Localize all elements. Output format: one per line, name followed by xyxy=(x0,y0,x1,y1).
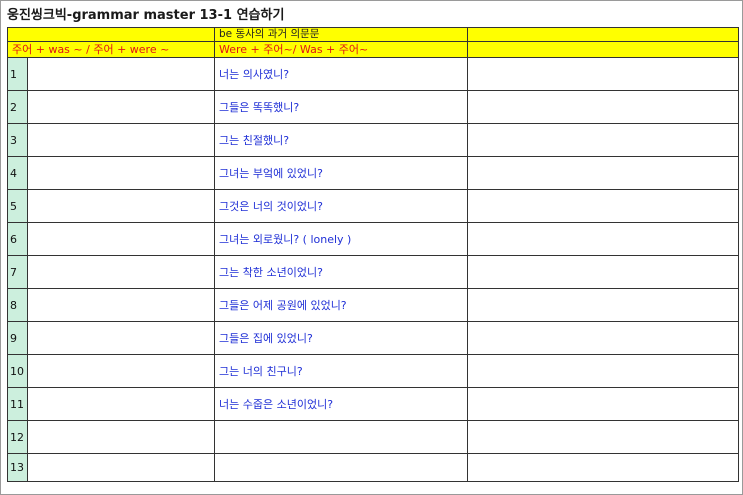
question-prompt: 그들은 똑똑했니? xyxy=(214,90,468,124)
question-answer-cell[interactable] xyxy=(467,288,739,322)
worksheet-title: 웅진씽크빅-grammar master 13-1 연습하기 xyxy=(7,8,285,23)
question-prompt: 그는 착한 소년이었니? xyxy=(214,255,468,289)
question-prompt: 그것은 너의 것이었니? xyxy=(214,189,468,223)
question-answer-cell[interactable] xyxy=(467,90,739,124)
header-empty-cell xyxy=(7,27,215,42)
column-header-question: Were + 주어~/ Was + 주어~ xyxy=(214,41,468,58)
row-number: 4 xyxy=(7,156,28,190)
question-answer-cell[interactable] xyxy=(467,387,739,421)
table-row: 8 그들은 어제 공원에 있었니? xyxy=(7,288,739,322)
table-row: 9 그들은 집에 있었니? xyxy=(7,321,739,355)
table-row: 4 그녀는 부엌에 있었니? xyxy=(7,156,739,190)
table-row: 13 xyxy=(7,453,739,482)
statement-answer-cell[interactable] xyxy=(27,123,215,157)
statement-answer-cell[interactable] xyxy=(27,222,215,256)
table-row: 2 그들은 똑똑했니? xyxy=(7,90,739,124)
question-answer-cell[interactable] xyxy=(467,354,739,388)
statement-answer-cell[interactable] xyxy=(27,288,215,322)
table-row: 3 그는 친절했니? xyxy=(7,123,739,157)
statement-answer-cell[interactable] xyxy=(27,387,215,421)
question-answer-cell[interactable] xyxy=(467,123,739,157)
row-number: 8 xyxy=(7,288,28,322)
statement-answer-cell[interactable] xyxy=(27,90,215,124)
statement-answer-cell[interactable] xyxy=(27,156,215,190)
question-prompt: 그들은 집에 있었니? xyxy=(214,321,468,355)
question-answer-cell[interactable] xyxy=(467,189,739,223)
header-empty-answer-cell xyxy=(467,27,739,42)
column-header-statement: 주어 + was ~ / 주어 + were ~ xyxy=(7,41,215,58)
table-row: 7 그는 착한 소년이었니? xyxy=(7,255,739,289)
exercise-table: be 동사의 과거 의문문 주어 + was ~ / 주어 + were ~ W… xyxy=(7,27,739,482)
question-answer-cell[interactable] xyxy=(467,420,739,454)
question-answer-cell[interactable] xyxy=(467,156,739,190)
statement-answer-cell[interactable] xyxy=(27,420,215,454)
row-number: 3 xyxy=(7,123,28,157)
row-number: 10 xyxy=(7,354,28,388)
header-row-columns: 주어 + was ~ / 주어 + were ~ Were + 주어~/ Was… xyxy=(7,41,739,58)
table-row: 11 너는 수줍은 소년이었니? xyxy=(7,387,739,421)
row-number: 1 xyxy=(7,57,28,91)
question-answer-cell[interactable] xyxy=(467,321,739,355)
statement-answer-cell[interactable] xyxy=(27,189,215,223)
question-prompt: 너는 수줍은 소년이었니? xyxy=(214,387,468,421)
question-prompt: 너는 의사였니? xyxy=(214,57,468,91)
row-number: 6 xyxy=(7,222,28,256)
column-header-answer xyxy=(467,41,739,58)
question-prompt: 그들은 어제 공원에 있었니? xyxy=(214,288,468,322)
question-answer-cell[interactable] xyxy=(467,453,739,482)
row-number: 13 xyxy=(7,453,28,482)
table-row: 10 그는 너의 친구니? xyxy=(7,354,739,388)
question-answer-cell[interactable] xyxy=(467,57,739,91)
statement-answer-cell[interactable] xyxy=(27,354,215,388)
row-number: 9 xyxy=(7,321,28,355)
question-answer-cell[interactable] xyxy=(467,255,739,289)
header-row-section: be 동사의 과거 의문문 xyxy=(7,27,739,42)
row-number: 11 xyxy=(7,387,28,421)
question-prompt: 그녀는 외로웠니? ( lonely ) xyxy=(214,222,468,256)
table-row: 5 그것은 너의 것이었니? xyxy=(7,189,739,223)
section-label: be 동사의 과거 의문문 xyxy=(214,27,468,42)
statement-answer-cell[interactable] xyxy=(27,255,215,289)
row-number: 7 xyxy=(7,255,28,289)
statement-answer-cell[interactable] xyxy=(27,57,215,91)
question-prompt xyxy=(214,453,468,482)
question-prompt: 그녀는 부엌에 있었니? xyxy=(214,156,468,190)
row-number: 5 xyxy=(7,189,28,223)
worksheet: 웅진씽크빅-grammar master 13-1 연습하기 be 동사의 과거… xyxy=(0,0,743,495)
row-number: 2 xyxy=(7,90,28,124)
row-number: 12 xyxy=(7,420,28,454)
statement-answer-cell[interactable] xyxy=(27,453,215,482)
question-prompt: 그는 친절했니? xyxy=(214,123,468,157)
table-row: 6 그녀는 외로웠니? ( lonely ) xyxy=(7,222,739,256)
table-row: 12 xyxy=(7,420,739,454)
question-prompt: 그는 너의 친구니? xyxy=(214,354,468,388)
question-answer-cell[interactable] xyxy=(467,222,739,256)
question-prompt xyxy=(214,420,468,454)
statement-answer-cell[interactable] xyxy=(27,321,215,355)
table-row: 1 너는 의사였니? xyxy=(7,57,739,91)
